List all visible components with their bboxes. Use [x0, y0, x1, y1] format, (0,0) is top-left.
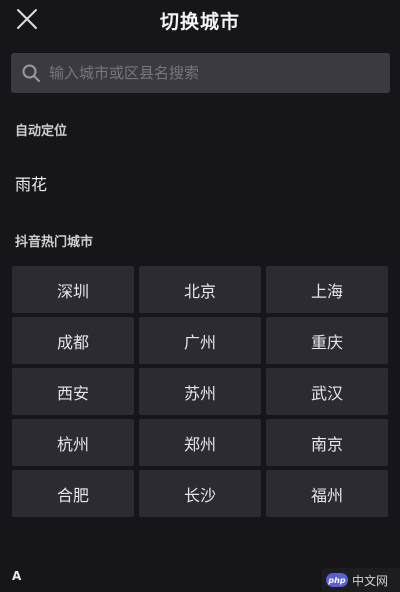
search-bar[interactable] [11, 53, 390, 93]
city-button[interactable]: 郑州 [139, 419, 261, 466]
page-title: 切换城市 [159, 11, 240, 33]
city-button[interactable]: 合肥 [12, 470, 134, 517]
city-button[interactable]: 杭州 [12, 419, 134, 466]
city-button[interactable]: 重庆 [266, 317, 388, 364]
city-button[interactable]: 广州 [139, 317, 261, 364]
city-button[interactable]: 深圳 [12, 266, 134, 313]
city-button[interactable]: 上海 [266, 266, 388, 313]
city-button[interactable]: 北京 [139, 266, 261, 313]
watermark: php 中文网 [322, 568, 400, 592]
watermark-text: 中文网 [352, 573, 389, 588]
city-switch-screen: 切换城市 自动定位 雨花 抖音热门城市 深圳 北京 上海 成都 广州 重庆 西安… [0, 0, 400, 592]
city-button[interactable]: 福州 [266, 470, 388, 517]
hot-cities-label: 抖音热门城市 [15, 235, 94, 250]
auto-location-label: 自动定位 [15, 124, 68, 139]
city-button[interactable]: 苏州 [139, 368, 261, 415]
watermark-badge: php [326, 573, 348, 587]
hot-city-grid: 深圳 北京 上海 成都 广州 重庆 西安 苏州 武汉 杭州 郑州 南京 合肥 长… [12, 266, 388, 517]
city-button[interactable]: 西安 [12, 368, 134, 415]
search-input[interactable] [49, 53, 390, 93]
city-button[interactable]: 南京 [266, 419, 388, 466]
city-button[interactable]: 武汉 [266, 368, 388, 415]
city-button[interactable]: 长沙 [139, 470, 261, 517]
header: 切换城市 [0, 0, 400, 40]
search-icon [22, 64, 40, 82]
located-city[interactable]: 雨花 [15, 171, 47, 195]
index-letter-a[interactable]: A [12, 569, 21, 583]
city-button[interactable]: 成都 [12, 317, 134, 364]
